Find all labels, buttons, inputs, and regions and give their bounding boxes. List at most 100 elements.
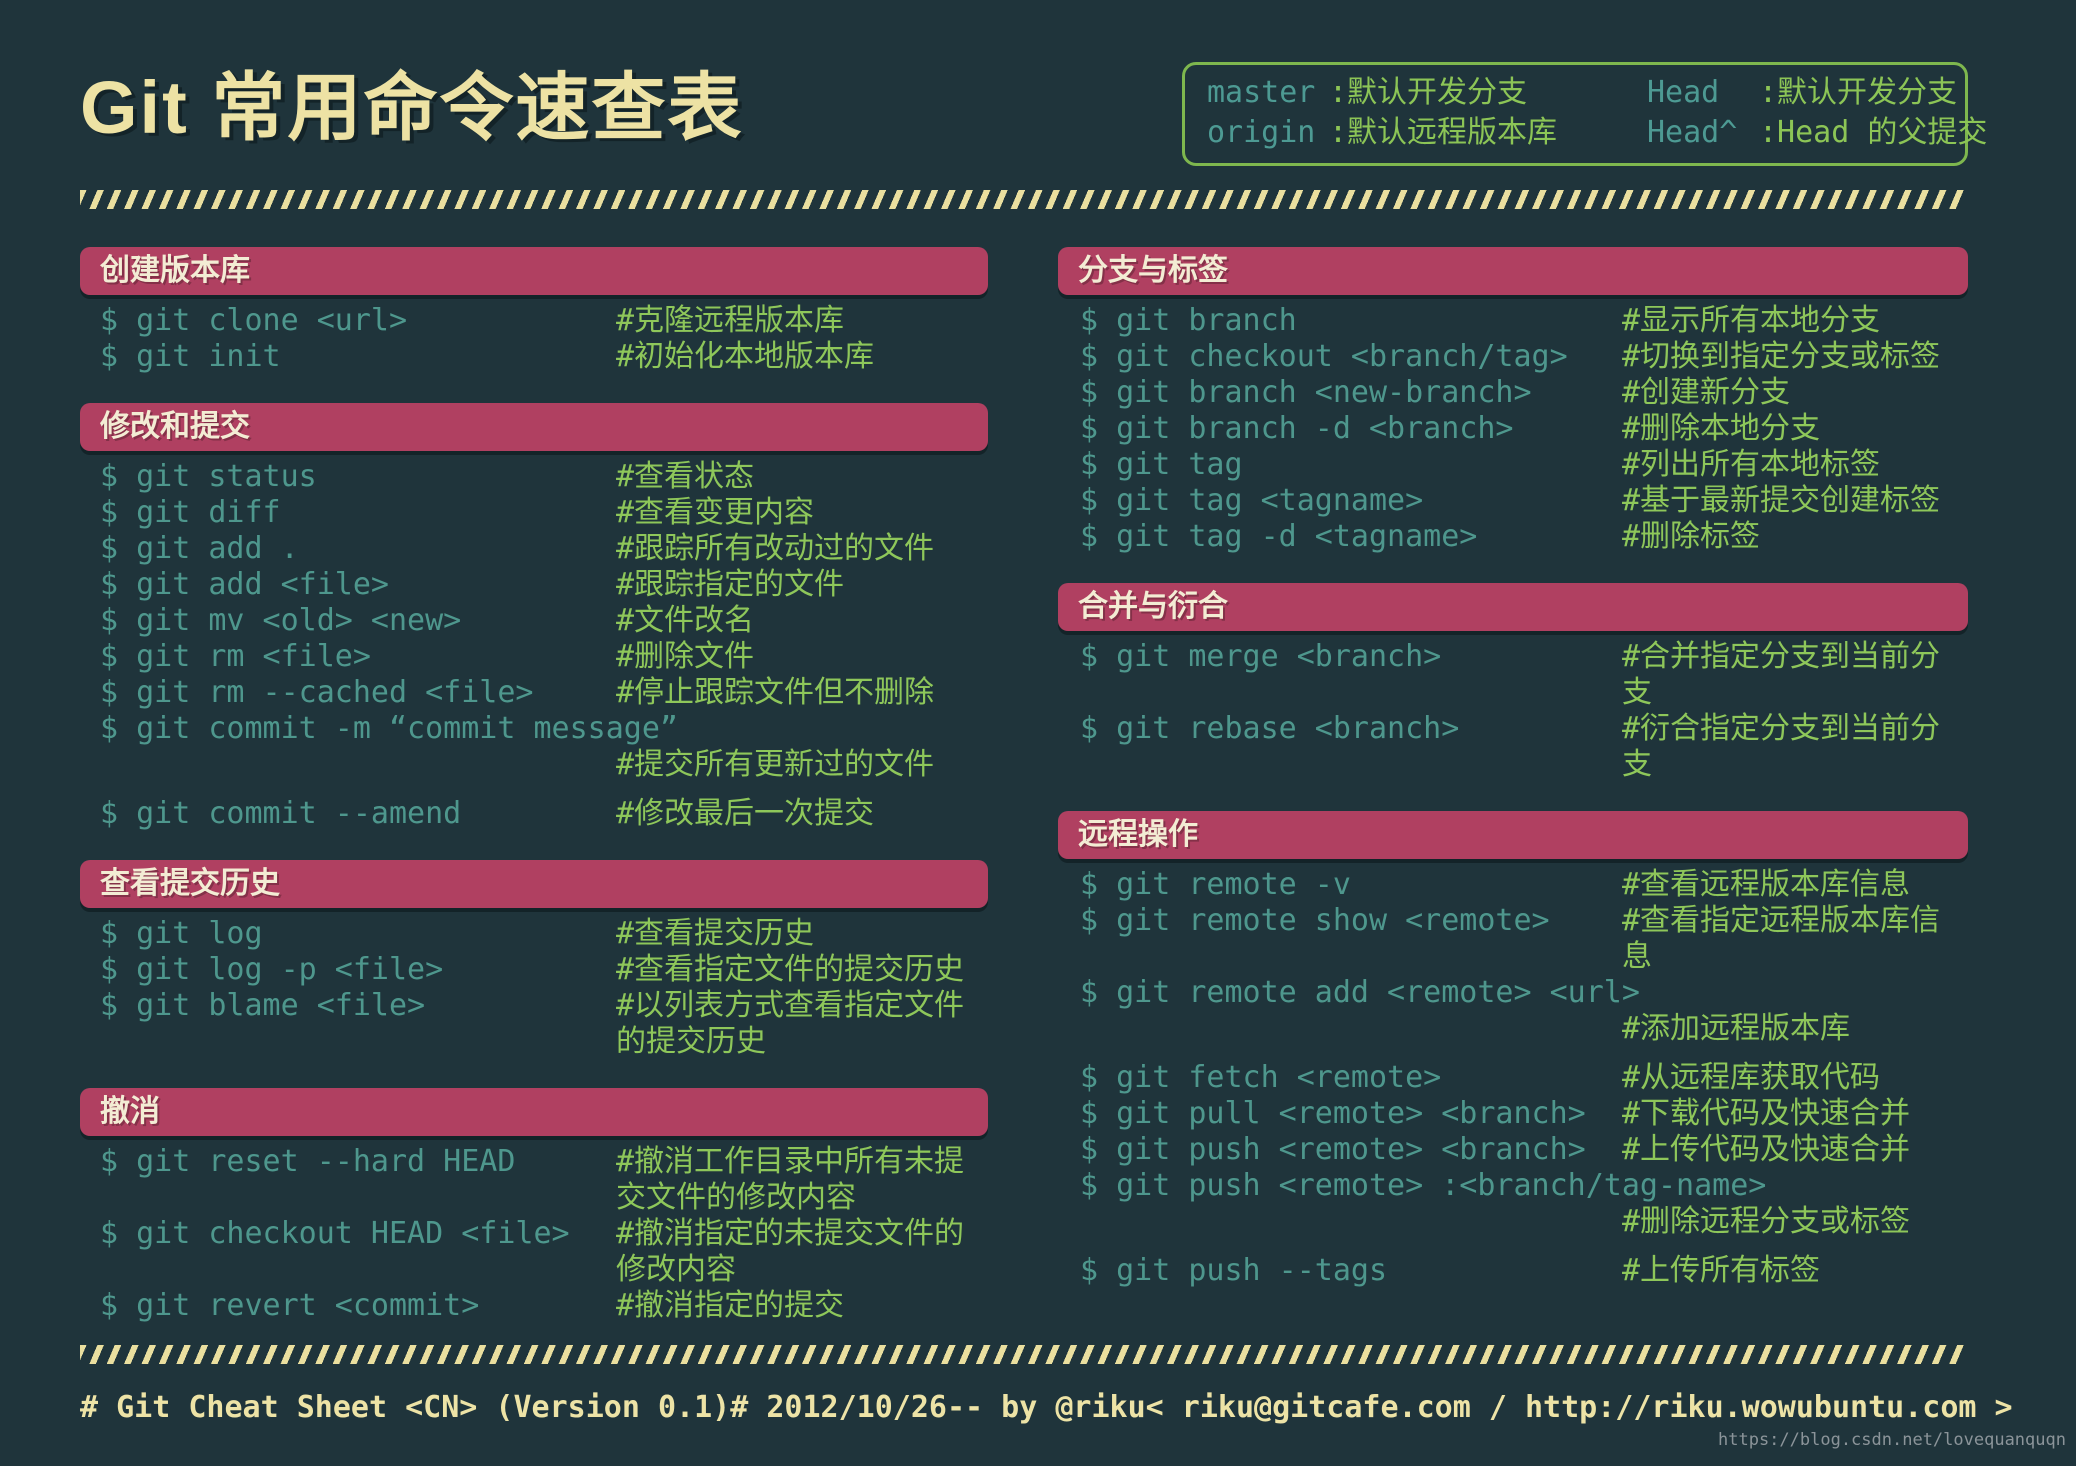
section: 修改和提交 $ git status #查看状态 $ git diff #查看变更内容 $… [80, 403, 988, 832]
command-text: $ git rm <file> [100, 639, 371, 674]
command-row: $ git rebase <branch> #衍合指定分支到当前分支 [1080, 711, 1968, 783]
command-row: $ git revert <commit> #撤消指定的提交 [100, 1288, 988, 1324]
command-text: $ git checkout <branch/tag> [1080, 339, 1568, 374]
command-row: $ git branch #显示所有本地分支 [1080, 303, 1968, 339]
comment-text: #下载代码及快速合并 [1622, 1096, 1911, 1131]
command-text: $ git clone <url> [100, 303, 408, 338]
command-row: $ git remote -v #查看远程版本库信息 [1080, 867, 1968, 903]
command-rows: $ git merge <branch> #合并指定分支到当前分支 $ git re… [1058, 631, 1968, 783]
footer-date: # 2012/10/26 [730, 1390, 947, 1425]
footer-author: -- by @riku [946, 1390, 1146, 1425]
comment-text: #切换到指定分支或标签 [1622, 339, 1941, 374]
command-row: $ git push <remote> <branch> #上传代码及快速合并 [1080, 1132, 1968, 1168]
command-text: $ git push <remote> <branch> [1080, 1132, 1586, 1167]
comment-text: #查看指定文件的提交历史 [616, 952, 965, 987]
command-row: $ git commit -m “commit message” #提交所有更新过… [100, 711, 988, 783]
comment-text: #上传代码及快速合并 [1622, 1132, 1911, 1167]
legend-term: origin [1207, 115, 1316, 150]
footer-line: # Git Cheat Sheet <CN> (Version 0.1) # 2… [80, 1390, 2013, 1425]
section: 创建版本库 $ git clone <url> #克隆远程版本库 $ git init… [80, 247, 988, 375]
section-header: 撤消 [80, 1088, 988, 1136]
legend-term: Head [1647, 75, 1720, 110]
command-row: $ git clone <url> #克隆远程版本库 [100, 303, 988, 339]
command-text: $ git checkout HEAD <file> [100, 1216, 570, 1251]
command-row: $ git push --tags #上传所有标签 [1080, 1253, 1968, 1289]
command-rows: $ git clone <url> #克隆远程版本库 $ git init #初始化本… [80, 295, 988, 375]
command-row: $ git branch -d <branch> #删除本地分支 [1080, 411, 1968, 447]
hatched-divider-bottom [80, 1345, 1965, 1364]
comment-text: #以列表方式查看指定文件的提交历史 [616, 988, 965, 1059]
command-text: $ git reset --hard HEAD [100, 1144, 516, 1179]
command-text: $ git remote show <remote> [1080, 903, 1550, 938]
command-row: $ git log -p <file> #查看指定文件的提交历史 [100, 952, 988, 988]
command-text: $ git log -p <file> [100, 952, 444, 987]
comment-text: #停止跟踪文件但不删除 [616, 675, 935, 710]
legend-desc: :Head 的父提交 [1759, 115, 1988, 150]
command-row: $ git merge <branch> #合并指定分支到当前分支 [1080, 639, 1968, 711]
command-text: $ git rm --cached <file> [100, 675, 534, 710]
comment-text: #合并指定分支到当前分支 [1622, 639, 1941, 710]
command-row: $ git push <remote> :<branch/tag-name> #删… [1080, 1168, 1968, 1240]
comment-text: #删除文件 [616, 639, 755, 674]
header: Git 常用命令速查表 master :默认开发分支 Head :默认开发分支 … [0, 0, 2076, 166]
command-row: $ git remote show <remote> #查看指定远程版本库信息 [1080, 903, 1968, 975]
comment-text: #基于最新提交创建标签 [1622, 483, 1941, 518]
legend-term: master [1207, 75, 1316, 110]
command-row: $ git rm --cached <file> #停止跟踪文件但不删除 [100, 675, 988, 711]
section-header: 远程操作 [1058, 811, 1968, 859]
legend-box: master :默认开发分支 Head :默认开发分支 origin :默认远程… [1182, 62, 1987, 166]
comment-text: #克隆远程版本库 [616, 303, 845, 338]
comment-text: #列出所有本地标签 [1622, 447, 1881, 482]
comment-text: #查看状态 [616, 459, 755, 494]
comment-text: #撤消指定的提交 [616, 1288, 845, 1323]
command-row: $ git checkout <branch/tag> #切换到指定分支或标签 [1080, 339, 1968, 375]
main-content: 创建版本库 $ git clone <url> #克隆远程版本库 $ git init… [0, 209, 2076, 1324]
section: 远程操作 $ git remote -v #查看远程版本库信息 $ git remot… [1058, 811, 1968, 1289]
command-row: $ git mv <old> <new> #文件改名 [100, 603, 988, 639]
column-left: 创建版本库 $ git clone <url> #克隆远程版本库 $ git init… [80, 247, 988, 1324]
command-row: $ git blame <file> #以列表方式查看指定文件的提交历史 [100, 988, 988, 1060]
command-text: $ git commit -m “commit message” [100, 711, 678, 746]
section: 查看提交历史 $ git log #查看提交历史 $ git log -p <file… [80, 860, 988, 1060]
command-text: $ git blame <file> [100, 988, 426, 1023]
legend-desc: :默认开发分支 [1759, 75, 1958, 110]
command-text: $ git rebase <branch> [1080, 711, 1460, 746]
comment-text: #查看指定远程版本库信息 [1622, 903, 1941, 974]
command-text: $ git log [100, 916, 263, 951]
footer-sheet-info: # Git Cheat Sheet <CN> (Version 0.1) [80, 1390, 731, 1425]
command-text: $ git tag -d <tagname> [1080, 519, 1478, 554]
comment-text: #创建新分支 [1622, 375, 1791, 410]
command-row: $ git tag -d <tagname> #删除标签 [1080, 519, 1968, 555]
command-rows: $ git branch #显示所有本地分支 $ git checkout <bra… [1058, 295, 1968, 555]
command-row: $ git rm <file> #删除文件 [100, 639, 988, 675]
comment-text: #上传所有标签 [1622, 1253, 1821, 1288]
section: 撤消 $ git reset --hard HEAD #撤消工作目录中所有未提交文件… [80, 1088, 988, 1324]
command-row: $ git diff #查看变更内容 [100, 495, 988, 531]
command-text: $ git branch [1080, 303, 1297, 338]
footer-contact: < riku@gitcafe.com / http://riku.wowubun… [1145, 1390, 2013, 1425]
command-text: $ git branch <new-branch> [1080, 375, 1532, 410]
comment-text: #查看变更内容 [616, 495, 815, 530]
watermark: https://blog.csdn.net/lovequanquqn [1718, 1430, 2066, 1450]
command-text: $ git tag [1080, 447, 1243, 482]
column-right: 分支与标签 $ git branch #显示所有本地分支 $ git checkout… [1058, 247, 1968, 1324]
comment-text: #跟踪指定的文件 [616, 567, 845, 602]
page-title: Git 常用命令速查表 [80, 66, 744, 149]
command-rows: $ git reset --hard HEAD #撤消工作目录中所有未提交文件的修… [80, 1136, 988, 1324]
command-row: $ git branch <new-branch> #创建新分支 [1080, 375, 1968, 411]
legend-desc: :默认开发分支 [1329, 75, 1528, 110]
command-row: $ git tag #列出所有本地标签 [1080, 447, 1968, 483]
comment-text: #显示所有本地分支 [1622, 303, 1881, 338]
command-text: $ git add <file> [100, 567, 389, 602]
hatched-divider-top [80, 190, 1965, 209]
section-header: 创建版本库 [80, 247, 988, 295]
command-row: $ git add . #跟踪所有改动过的文件 [100, 531, 988, 567]
section-header: 查看提交历史 [80, 860, 988, 908]
comment-text: #文件改名 [616, 603, 755, 638]
command-row: $ git log #查看提交历史 [100, 916, 988, 952]
command-row: $ git status #查看状态 [100, 459, 988, 495]
command-row: $ git remote add <remote> <url> #添加远程版本库 [1080, 975, 1968, 1047]
comment-text: #初始化本地版本库 [616, 339, 875, 374]
section: 分支与标签 $ git branch #显示所有本地分支 $ git checkout… [1058, 247, 1968, 555]
legend-term: Head^ [1647, 115, 1738, 150]
